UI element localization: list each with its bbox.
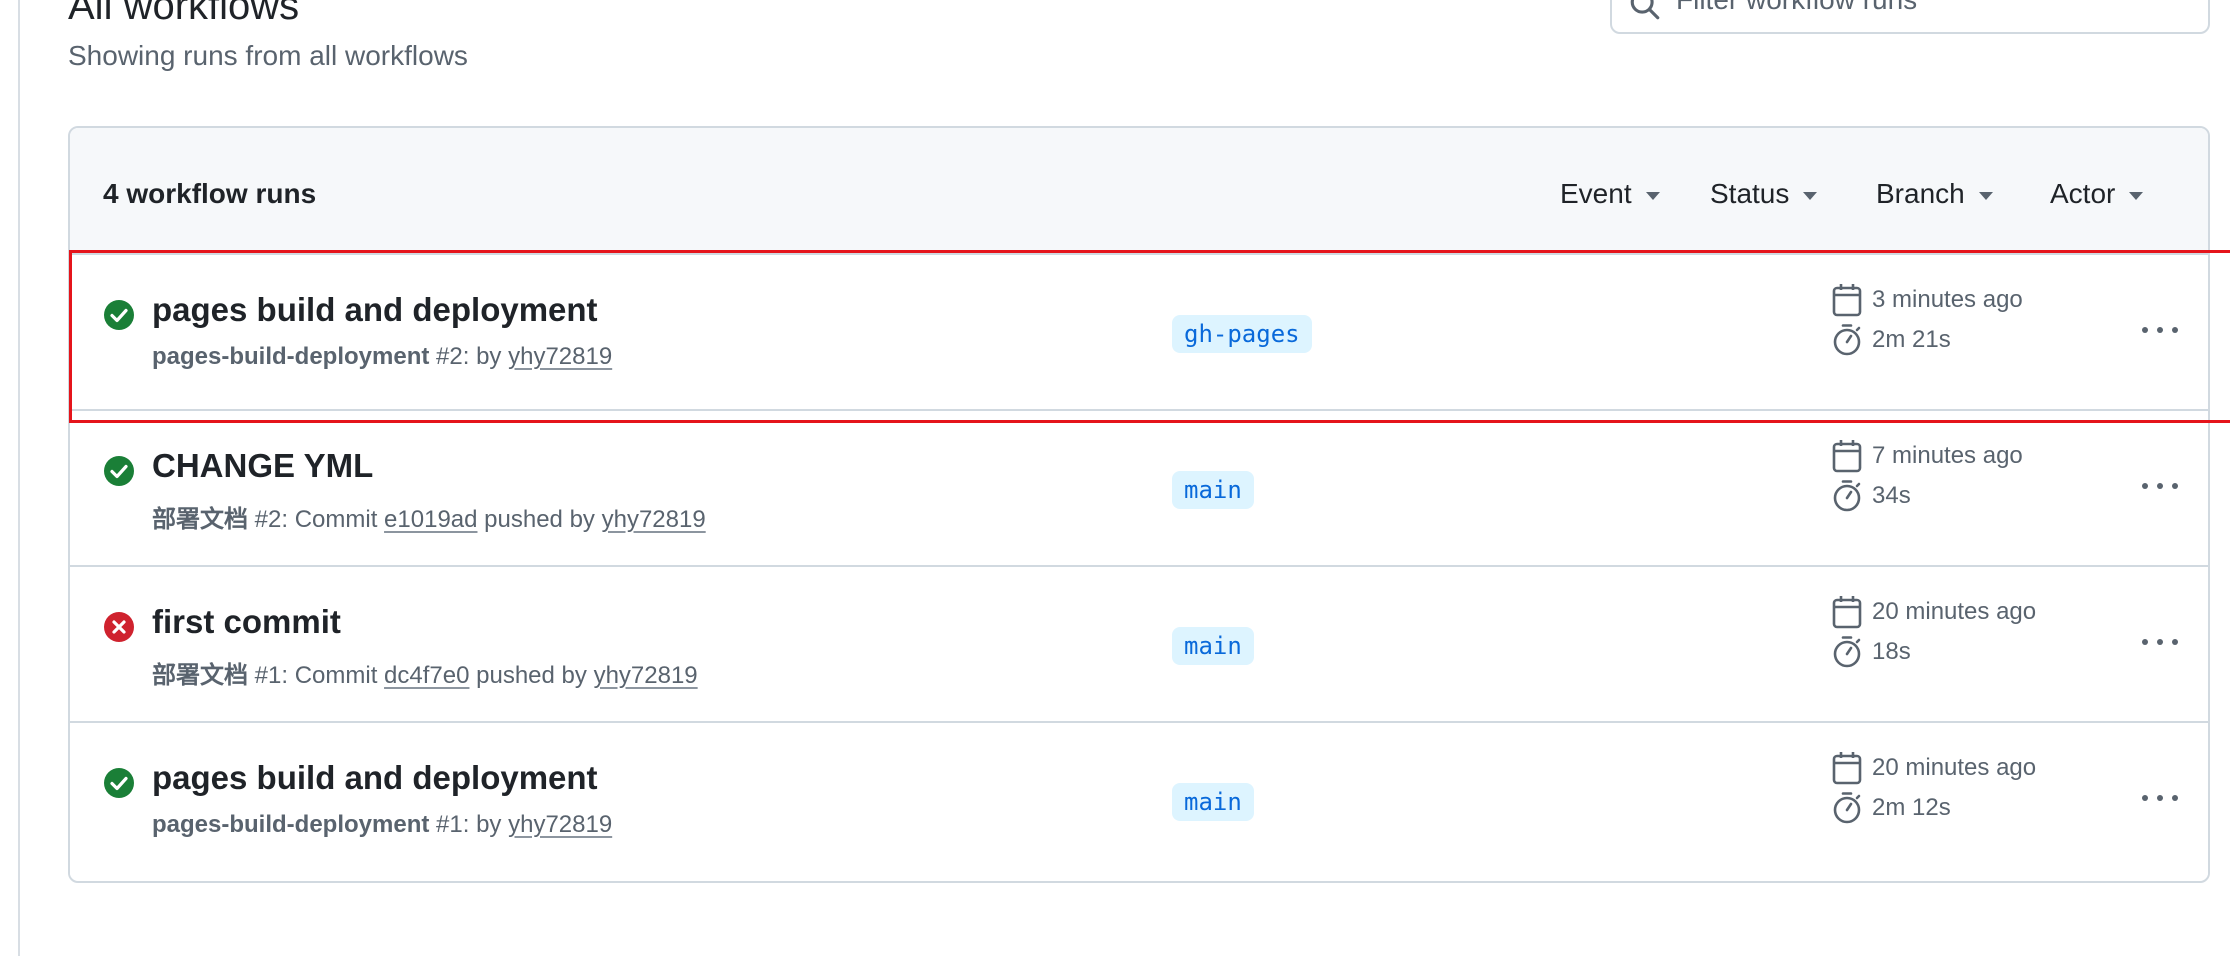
x-circle-icon xyxy=(104,612,134,642)
workflow-run-row[interactable]: pages build and deployment pages-build-d… xyxy=(70,253,2208,409)
run-title-link[interactable]: pages build and deployment xyxy=(152,759,598,797)
branch-filter-label: Branch xyxy=(1876,178,1965,209)
calendar-icon xyxy=(1832,284,1862,317)
check-circle-icon xyxy=(104,456,134,486)
run-meta: pages-build-deployment #1: by yhy72819 xyxy=(152,811,612,839)
event-filter-button[interactable]: Event xyxy=(1560,178,1660,210)
workflow-run-row[interactable]: first commit 部署文档 #1: Commit dc4f7e0 pus… xyxy=(70,565,2208,721)
chevron-down-icon xyxy=(1645,191,1660,200)
run-meta: 部署文档 #1: Commit dc4f7e0 pushed by yhy728… xyxy=(152,655,698,690)
run-duration-value: 2m 12s xyxy=(1872,794,1951,821)
left-sidebar-divider xyxy=(18,0,20,956)
runs-count: 4 workflow runs xyxy=(103,178,317,209)
commit-link[interactable]: dc4f7e0 xyxy=(384,662,469,689)
stopwatch-icon xyxy=(1833,792,1861,824)
actor-link[interactable]: yhy72819 xyxy=(508,343,612,370)
workflow-name: pages-build-deployment xyxy=(152,811,430,838)
more-actions-button[interactable] xyxy=(2140,315,2180,345)
workflow-name: pages-build-deployment xyxy=(152,343,430,370)
run-timestamp: 7 minutes ago xyxy=(1832,439,2023,473)
event-filter-label: Event xyxy=(1560,178,1632,209)
run-time-ago: 20 minutes ago xyxy=(1872,598,2037,625)
run-duration-value: 2m 21s xyxy=(1872,326,1951,353)
pushed-by-text: pushed by xyxy=(476,662,587,689)
actor-link[interactable]: yhy72819 xyxy=(602,506,706,533)
chevron-down-icon xyxy=(1978,191,1993,200)
run-title-link[interactable]: pages build and deployment xyxy=(152,291,598,329)
run-duration: 2m 12s xyxy=(1832,791,1951,825)
actor-link[interactable]: yhy72819 xyxy=(594,662,698,689)
runs-list-header: 4 workflow runs Event Status Branch Acto… xyxy=(70,128,2208,253)
workflow-run-row[interactable]: CHANGE YML 部署文档 #2: Commit e1019ad pushe… xyxy=(70,409,2208,565)
workflow-runs-panel: 4 workflow runs Event Status Branch Acto… xyxy=(68,126,2210,883)
actor-filter-button[interactable]: Actor xyxy=(2050,178,2144,210)
run-duration: 2m 21s xyxy=(1832,323,1951,357)
branch-badge[interactable]: main xyxy=(1172,471,1254,509)
more-actions-button[interactable] xyxy=(2140,471,2180,501)
status-filter-button[interactable]: Status xyxy=(1710,178,1818,210)
run-number: #1: Commit xyxy=(254,662,378,689)
page-title: All workflows xyxy=(68,0,300,28)
run-timestamp: 3 minutes ago xyxy=(1832,283,2023,317)
chevron-down-icon xyxy=(1803,191,1818,200)
run-time-ago: 7 minutes ago xyxy=(1872,442,2023,469)
commit-link[interactable]: e1019ad xyxy=(384,506,477,533)
run-title-link[interactable]: CHANGE YML xyxy=(152,447,373,485)
status-filter-label: Status xyxy=(1710,178,1790,209)
run-duration: 18s xyxy=(1832,635,1911,669)
run-duration: 34s xyxy=(1832,479,1911,513)
run-meta: 部署文档 #2: Commit e1019ad pushed by yhy728… xyxy=(152,499,706,534)
branch-badge[interactable]: main xyxy=(1172,627,1254,665)
chevron-down-icon xyxy=(2129,191,2144,200)
run-timestamp: 20 minutes ago xyxy=(1832,751,2036,785)
run-number: #2: by xyxy=(436,343,502,370)
run-time-ago: 20 minutes ago xyxy=(1872,754,2037,781)
pushed-by-text: pushed by xyxy=(484,506,595,533)
calendar-icon xyxy=(1832,440,1862,473)
calendar-icon xyxy=(1832,596,1862,629)
stopwatch-icon xyxy=(1833,324,1861,356)
search-icon xyxy=(1630,0,1660,20)
workflow-name: 部署文档 xyxy=(152,662,248,689)
check-circle-icon xyxy=(104,768,134,798)
filter-runs-box[interactable] xyxy=(1610,0,2210,34)
run-duration-value: 34s xyxy=(1872,482,1911,509)
check-circle-icon xyxy=(104,300,134,330)
run-meta: pages-build-deployment #2: by yhy72819 xyxy=(152,343,612,371)
branch-badge[interactable]: gh-pages xyxy=(1172,315,1312,353)
stopwatch-icon xyxy=(1833,636,1861,668)
branch-filter-button[interactable]: Branch xyxy=(1876,178,1993,210)
page-subtitle: Showing runs from all workflows xyxy=(68,40,468,71)
actor-filter-label: Actor xyxy=(2050,178,2116,209)
filter-runs-input[interactable] xyxy=(1674,0,2198,16)
stopwatch-icon xyxy=(1833,480,1861,512)
run-timestamp: 20 minutes ago xyxy=(1832,595,2036,629)
run-title-link[interactable]: first commit xyxy=(152,603,341,641)
actor-link[interactable]: yhy72819 xyxy=(508,811,612,838)
run-time-ago: 3 minutes ago xyxy=(1872,286,2023,313)
more-actions-button[interactable] xyxy=(2140,783,2180,813)
calendar-icon xyxy=(1832,752,1862,785)
workflow-run-row[interactable]: pages build and deployment pages-build-d… xyxy=(70,721,2208,877)
run-number: #2: Commit xyxy=(254,506,378,533)
more-actions-button[interactable] xyxy=(2140,627,2180,657)
workflow-name: 部署文档 xyxy=(152,506,248,533)
run-duration-value: 18s xyxy=(1872,638,1911,665)
branch-badge[interactable]: main xyxy=(1172,783,1254,821)
run-number: #1: by xyxy=(436,811,502,838)
